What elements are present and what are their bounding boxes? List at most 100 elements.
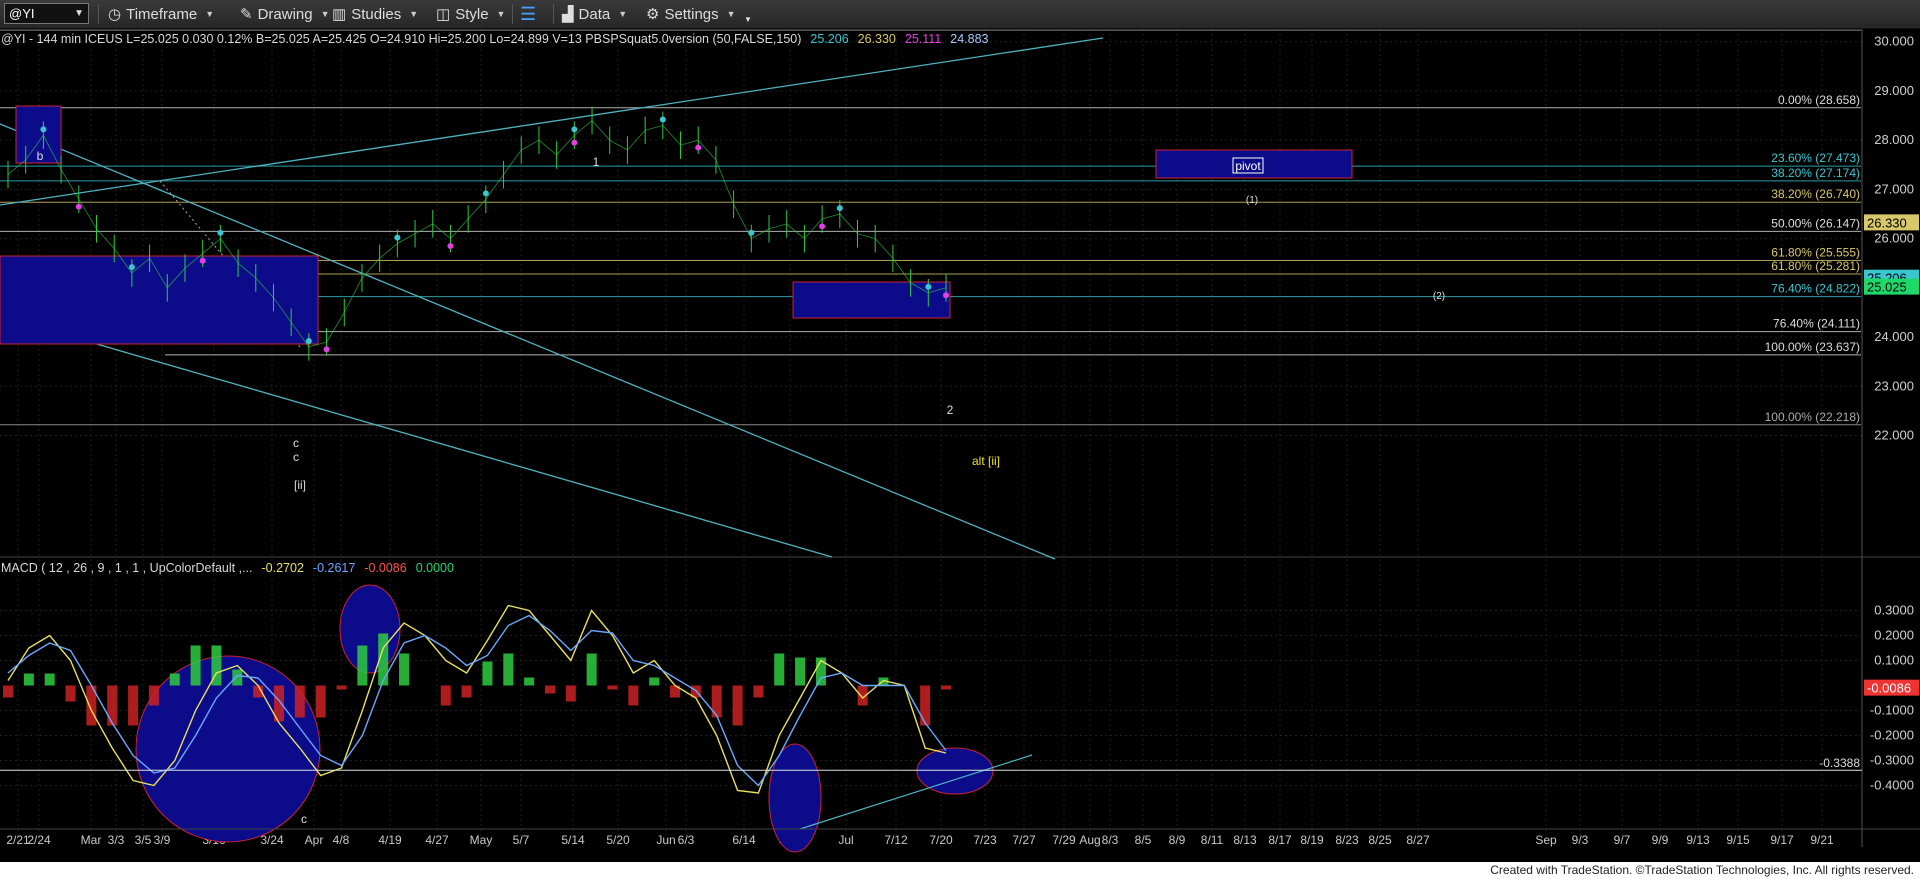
price-label-text: 25.025 <box>1867 280 1907 295</box>
macd-oscillator-ellipse <box>135 655 321 843</box>
x-tick-label: Jul <box>838 833 853 847</box>
signal-dot-cyan <box>571 126 578 133</box>
macd-y-tick-label: 0.2000 <box>1874 628 1914 643</box>
y-tick-label: 26.000 <box>1874 231 1914 246</box>
y-tick-label: 30.000 <box>1874 34 1914 49</box>
macd-histogram-bar <box>440 685 451 706</box>
trendline-upper <box>0 37 1104 206</box>
signal-dot-cyan <box>128 264 135 271</box>
macd-histogram-bar <box>65 685 76 702</box>
layout-button[interactable]: ☰ <box>520 3 536 25</box>
signal-dot-magenta <box>695 144 702 151</box>
x-tick-label: 3/3 <box>108 833 125 847</box>
fib-level-label: 76.40% (24.822) <box>1771 282 1860 296</box>
settings-label: Settings <box>664 5 719 23</box>
pencil-icon: ✎ <box>240 6 253 23</box>
fib-level-label: 100.00% (22.218) <box>1765 410 1860 424</box>
signal-dot-cyan <box>394 234 401 241</box>
x-tick-label: 3/5 <box>135 833 152 847</box>
wave-label: c <box>293 450 299 464</box>
macd-histogram-bar <box>128 685 139 726</box>
clock-icon: ◷ <box>108 6 122 23</box>
wave-label: pivot <box>1235 159 1261 173</box>
x-tick-label: 5/20 <box>606 833 630 847</box>
macd-histogram-bar <box>190 645 201 686</box>
x-tick-label: 8/9 <box>1169 833 1186 847</box>
x-tick-label: 6/14 <box>732 833 756 847</box>
macd-histogram-bar <box>294 685 305 718</box>
y-tick-label: 28.000 <box>1874 132 1914 147</box>
x-tick-label: Jun <box>656 833 675 847</box>
macd-histogram-bar <box>23 673 34 686</box>
timeframe-label: Timeframe <box>126 5 198 23</box>
wave-label: 1 <box>593 155 600 169</box>
caret-down-icon: ▼ <box>726 9 736 19</box>
settings-menu[interactable]: ⚙ Settings ▼ <box>646 3 736 25</box>
timeframe-menu[interactable]: ◷ Timeframe ▼ <box>108 3 214 25</box>
macd-header-value: 0.0000 <box>416 561 454 575</box>
footer-text: Created with TradeStation. ©TradeStation… <box>1490 863 1914 877</box>
wave-label: (1) <box>1246 195 1258 206</box>
macd-wave-label: c <box>301 812 307 826</box>
x-tick-label: 9/13 <box>1686 833 1710 847</box>
macd-histogram-bar <box>628 685 639 706</box>
style-menu[interactable]: ◫ Style ▼ <box>436 3 505 25</box>
wave-label: [ii] <box>294 478 306 492</box>
caret-down-icon: ▼ <box>205 9 215 19</box>
fib-level-label: 38.20% (27.174) <box>1771 166 1860 180</box>
y-tick-label: 29.000 <box>1874 83 1914 98</box>
x-tick-label: 7/27 <box>1012 833 1036 847</box>
x-tick-label: 7/29 <box>1052 833 1076 847</box>
macd-histogram-bar <box>357 645 368 686</box>
x-tick-label: 7/23 <box>973 833 997 847</box>
fib-level-label: 38.20% (26.740) <box>1771 187 1860 201</box>
signal-dot-cyan <box>305 337 312 344</box>
macd-y-tick-label: 0.1000 <box>1874 653 1914 668</box>
macd-header-value: -0.2702 <box>262 561 304 575</box>
gear-icon: ⚙ <box>646 6 660 23</box>
macd-oscillator-ellipse <box>768 743 822 853</box>
macd-histogram-bar <box>586 653 597 686</box>
macd-histogram-bar <box>544 685 555 694</box>
macd-header-value: -0.0086 <box>364 561 406 575</box>
x-tick-label: 8/3 <box>1102 833 1119 847</box>
header-value: 26.330 <box>858 32 896 46</box>
macd-histogram-bar <box>232 669 243 686</box>
x-tick-label: Aug <box>1079 833 1100 847</box>
y-tick-label: 24.000 <box>1874 329 1914 344</box>
studies-icon: ▥ <box>332 6 347 23</box>
x-tick-label: 9/21 <box>1810 833 1834 847</box>
x-tick-label: 8/23 <box>1335 833 1359 847</box>
style-label: Style <box>455 5 489 23</box>
symbol-dropdown-icon[interactable]: ▼ <box>74 4 84 23</box>
layout-icon: ☰ <box>520 3 537 24</box>
x-tick-label: 9/3 <box>1572 833 1589 847</box>
studies-menu[interactable]: ▥ Studies ▼ <box>332 3 418 25</box>
data-menu[interactable]: ▟ Data ▼ <box>562 3 627 25</box>
drawing-menu[interactable]: ✎ Drawing ▼ <box>240 3 330 25</box>
macd-histogram-bar <box>148 685 159 706</box>
macd-histogram-bar <box>649 677 660 686</box>
macd-histogram-bar <box>774 653 785 686</box>
studies-label: Studies <box>351 5 402 23</box>
macd-histogram-bar <box>941 685 951 690</box>
more-caret-icon[interactable]: ▼ <box>744 8 752 30</box>
caret-down-icon: ▼ <box>496 9 506 19</box>
toolbar-separator <box>98 4 99 24</box>
macd-histogram-bar <box>711 685 722 718</box>
header-value: 25.111 <box>905 32 941 46</box>
macd-y-tick-label: -0.3000 <box>1870 753 1914 768</box>
support-box-left <box>0 255 319 345</box>
caret-down-icon: ▼ <box>618 9 628 19</box>
symbol-box[interactable]: @YI ▼ <box>4 3 89 24</box>
y-tick-label: 23.000 <box>1874 378 1914 393</box>
chart-area[interactable]: 2/212/24Mar3/33/53/93/163/24Apr4/84/194/… <box>0 29 1920 862</box>
toolbar-separator <box>512 4 513 24</box>
caret-down-icon: ▼ <box>409 9 419 19</box>
macd-histogram-bar <box>482 661 493 686</box>
data-label: Data <box>578 5 611 23</box>
symbol-text: @YI <box>9 6 35 21</box>
macd-histogram-bar <box>920 685 931 726</box>
signal-dot-cyan <box>482 190 489 197</box>
x-tick-label: 9/15 <box>1726 833 1750 847</box>
